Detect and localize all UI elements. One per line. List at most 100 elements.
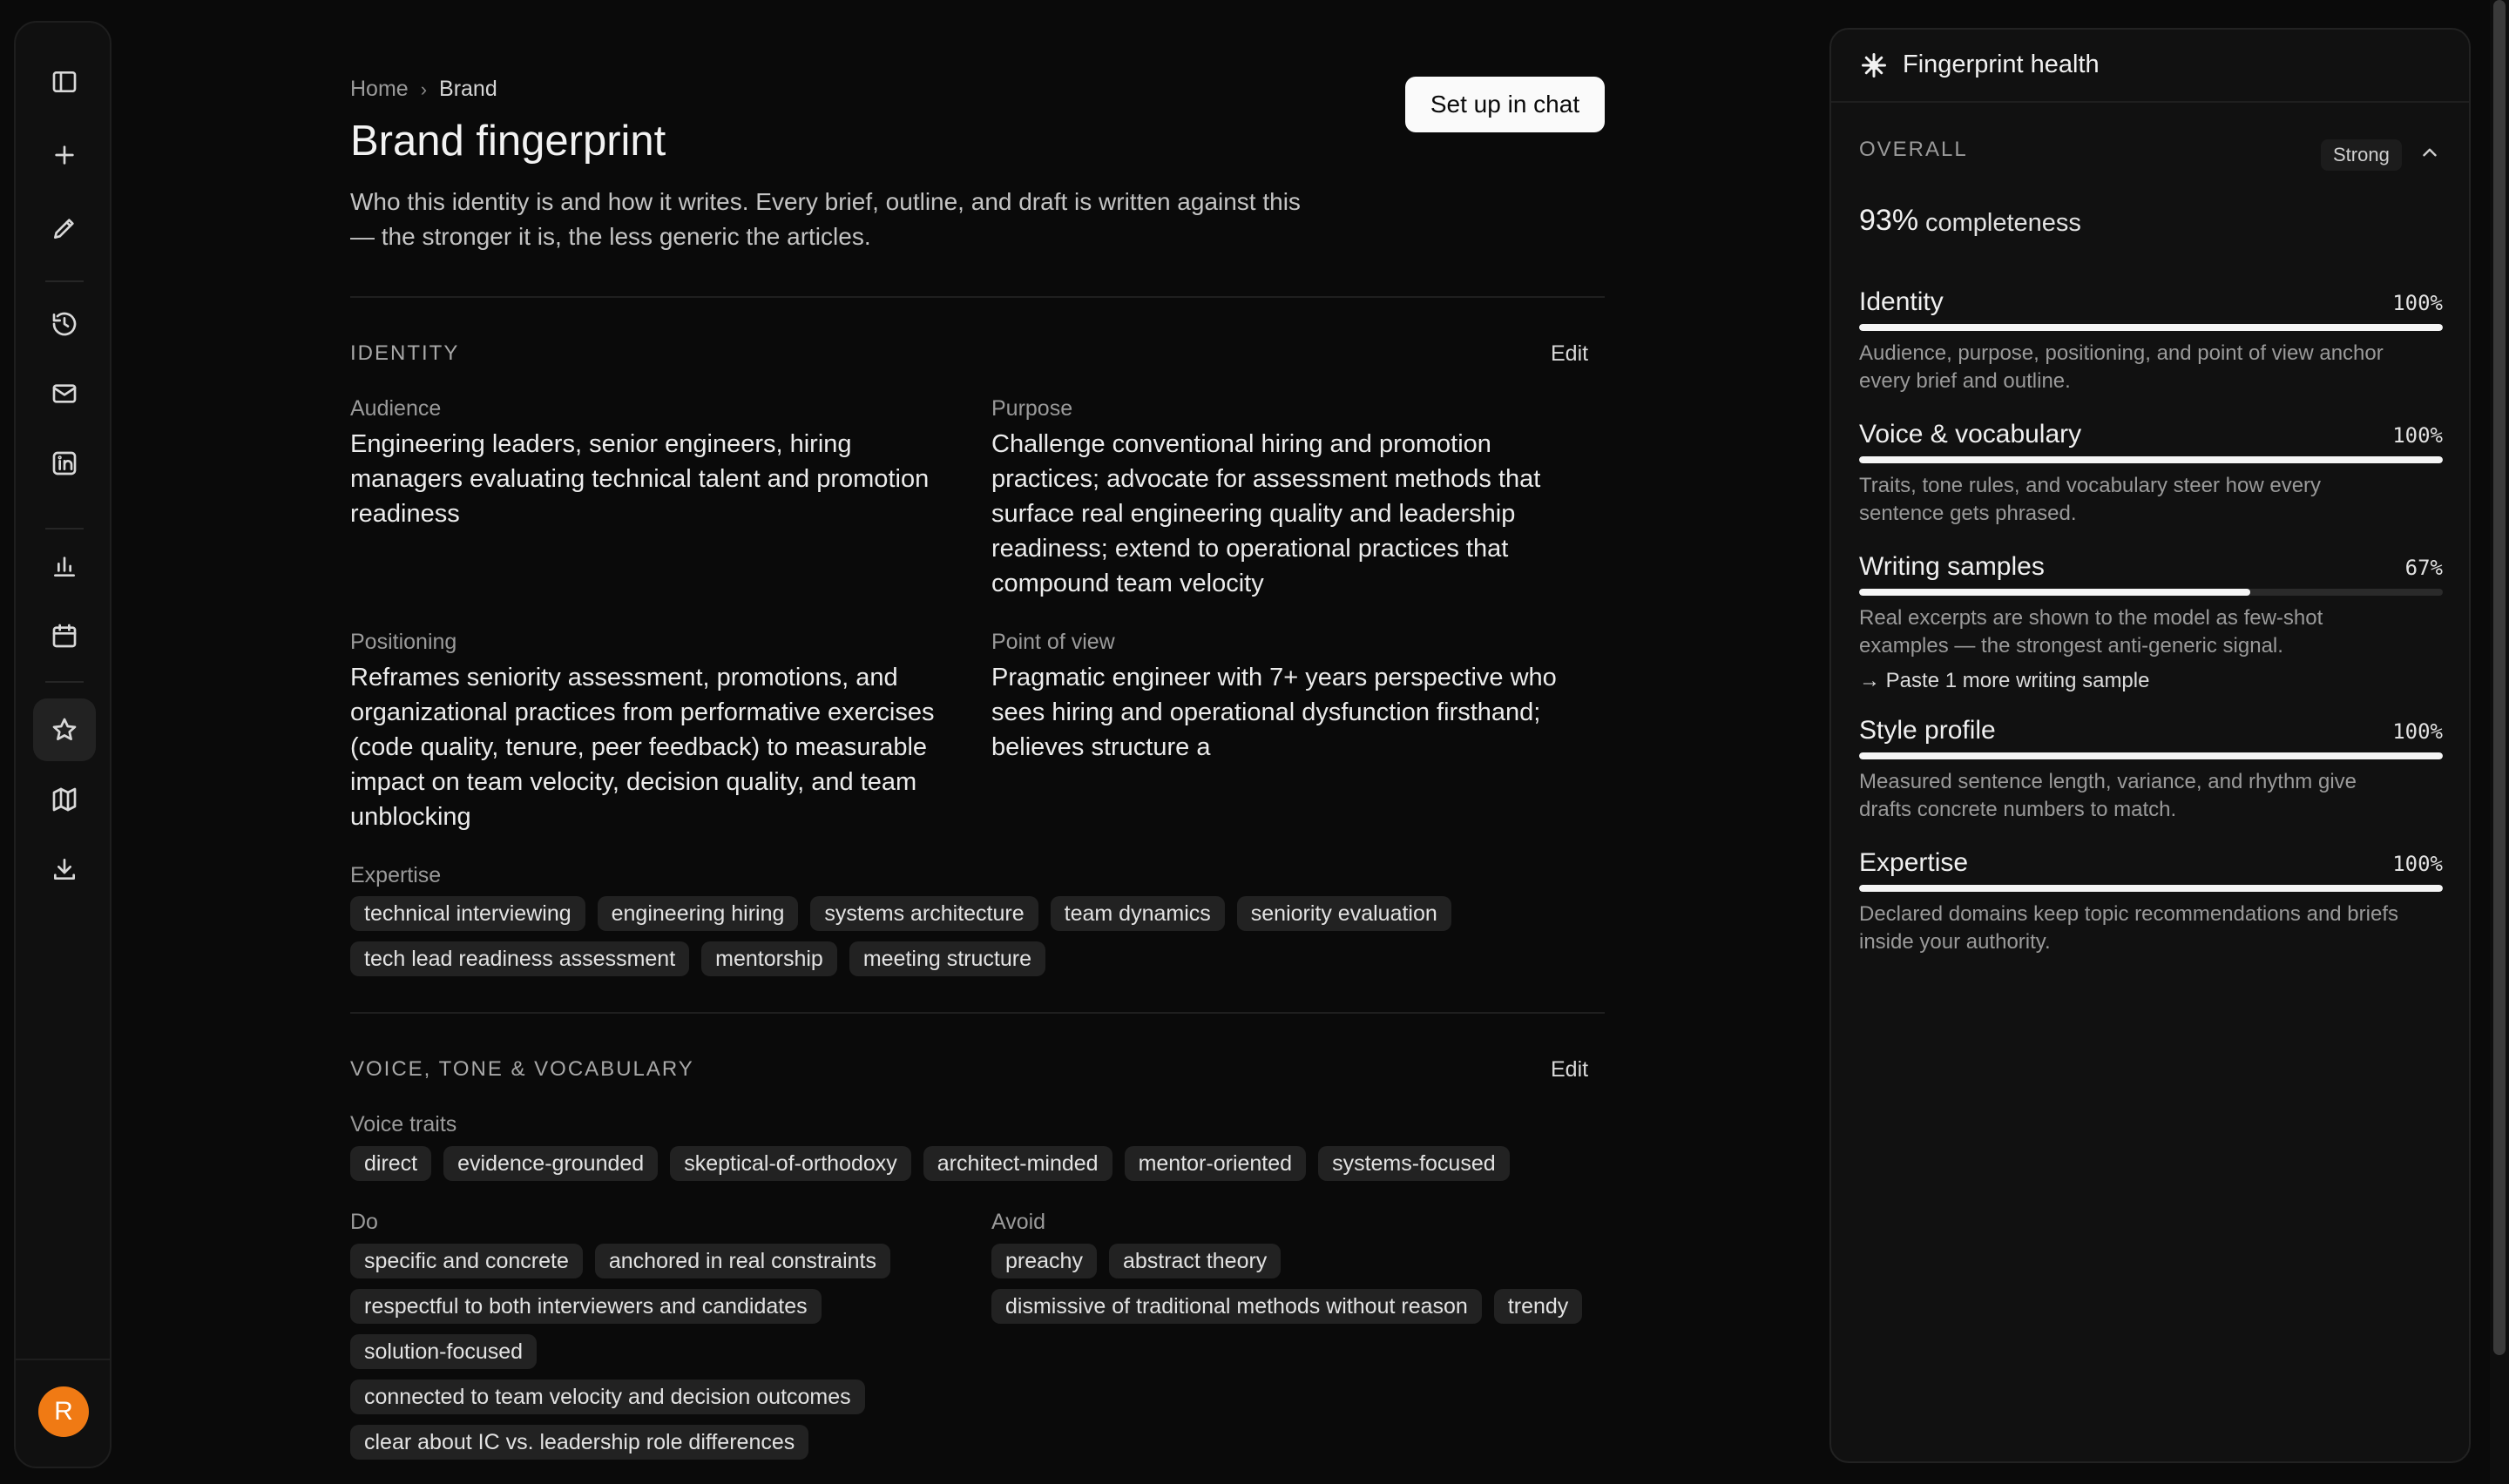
metric-description-line: sentence gets phrased. [1859, 502, 2077, 525]
avoid-label: Avoid [991, 1210, 1046, 1234]
metric-description-line: inside your authority. [1859, 930, 2051, 954]
metric-name: Identity [1859, 287, 1944, 316]
do-tag: specific and concrete [350, 1244, 583, 1278]
metric-description: Measured sentence length, variance, and … [1859, 768, 2452, 824]
metric-progress-fill [1859, 589, 2250, 596]
pov-value: Pragmatic engineer with 7+ years perspec… [991, 664, 1557, 761]
voice-trait-tag: mentor-oriented [1124, 1146, 1307, 1181]
metric-progress-bar [1859, 752, 2443, 759]
plus-icon [55, 145, 74, 165]
metric-percent: 100% [2392, 852, 2443, 876]
audience-value: Engineering leaders, senior engineers, h… [350, 430, 930, 528]
history-button[interactable] [33, 293, 96, 355]
voice-traits-label: Voice traits [350, 1112, 457, 1137]
brand-button[interactable] [33, 698, 96, 761]
download-button[interactable] [33, 838, 96, 901]
pencil-icon [54, 219, 74, 239]
metric-progress-fill [1859, 885, 2443, 892]
expertise-label: Expertise [350, 863, 442, 887]
calendar-button[interactable] [33, 604, 96, 667]
write-button[interactable] [33, 197, 96, 260]
avoid-tag: preachy [991, 1244, 1097, 1278]
panel-header: Fingerprint health [1831, 30, 2469, 103]
expertise-tag: technical interviewing [350, 896, 585, 931]
purpose-value: Challenge conventional hiring and promot… [991, 430, 1541, 597]
voice-edit-button[interactable]: Edit [1551, 1057, 1588, 1083]
metric-description-line: Declared domains keep topic recommendati… [1859, 902, 2398, 926]
rail-divider [45, 528, 84, 530]
new-button[interactable] [33, 124, 96, 186]
metric-description-line: Real excerpts are shown to the model as … [1859, 606, 2323, 630]
rail-footer: R [16, 1359, 110, 1467]
metric-progress-fill [1859, 456, 2443, 463]
breadcrumb: Home › Brand [350, 77, 497, 102]
voice-trait-tag: architect-minded [923, 1146, 1112, 1181]
star-icon [52, 718, 77, 740]
identity-section-title: IDENTITY [350, 341, 460, 365]
voice-trait-tag: systems-focused [1318, 1146, 1510, 1181]
paste-writing-sample-link[interactable]: → Paste 1 more writing sample [1859, 669, 2149, 693]
positioning-value: Reframes seniority assessment, promotion… [350, 664, 935, 831]
metric-percent: 100% [2392, 719, 2443, 744]
metric-description: Traits, tone rules, and vocabulary steer… [1859, 472, 2452, 528]
expertise-tag: systems architecture [810, 896, 1038, 931]
mail-button[interactable] [33, 362, 96, 425]
expertise-tag: meeting structure [849, 941, 1045, 976]
metric-description: Audience, purpose, positioning, and poin… [1859, 340, 2452, 395]
metric-progress-fill [1859, 752, 2443, 759]
metric-description: Declared domains keep topic recommendati… [1859, 901, 2452, 956]
left-rail: R [14, 21, 112, 1468]
chevron-up-icon[interactable] [2418, 141, 2441, 164]
expertise-tag: mentorship [701, 941, 837, 976]
breadcrumb-separator: › [420, 78, 428, 100]
audience-label: Audience [350, 396, 442, 421]
expertise-tag: team dynamics [1050, 896, 1225, 931]
page-title: Brand fingerprint [350, 118, 666, 165]
avatar[interactable]: R [38, 1386, 89, 1437]
avoid-tag: abstract theory [1108, 1244, 1282, 1278]
overall-completeness-label: completeness [1925, 209, 2081, 237]
expertise-chips: technical interviewing engineering hiring… [350, 896, 1570, 976]
positioning-label: Positioning [350, 630, 457, 654]
sidebar-toggle-button[interactable] [33, 51, 96, 113]
voice-trait-tag: skeptical-of-orthodoxy [670, 1146, 911, 1181]
metric-progress-bar [1859, 324, 2443, 331]
do-tag: respectful to both interviewers and cand… [350, 1289, 822, 1324]
sidebar-toggle-icon [52, 71, 77, 92]
do-tag: clear about IC vs. leadership role diffe… [350, 1425, 809, 1460]
metric-progress-bar [1859, 456, 2443, 463]
expertise-tag: engineering hiring [597, 896, 799, 931]
avoid-tag: dismissive of traditional methods withou… [991, 1289, 1482, 1324]
do-label: Do [350, 1210, 378, 1234]
subtitle-line: — the stronger it is, the less generic t… [350, 223, 871, 250]
identity-edit-button[interactable]: Edit [1551, 341, 1588, 367]
purpose-label: Purpose [991, 396, 1073, 421]
status-badge: Strong [2321, 139, 2402, 171]
metric-name: Expertise [1859, 848, 1969, 877]
setup-in-chat-button[interactable]: Set up in chat [1405, 77, 1605, 132]
metric-description: Real excerpts are shown to the model as … [1859, 604, 2452, 660]
avoid-chips: preachy abstract theory dismissive of trad… [991, 1244, 1601, 1324]
do-tag: solution-focused [350, 1334, 538, 1369]
calendar-icon [52, 624, 77, 648]
scrollbar-thumb[interactable] [2493, 0, 2506, 1355]
fingerprint-health-panel: Fingerprint health OVERALL Strong 93% co… [1829, 28, 2471, 1463]
analytics-button[interactable] [33, 535, 96, 597]
metric-description-line: Measured sentence length, variance, and … [1859, 770, 2357, 793]
mail-icon [52, 384, 77, 403]
metric-progress-fill [1859, 324, 2443, 331]
pov-label: Point of view [991, 630, 1115, 654]
breadcrumb-current: Brand [439, 77, 497, 101]
metric-description-line: every brief and outline. [1859, 369, 2071, 393]
map-button[interactable] [33, 768, 96, 831]
overall-label: OVERALL [1859, 138, 1968, 161]
history-icon [52, 312, 77, 336]
metric-percent: 67% [2404, 556, 2443, 580]
voice-traits-chips: direct evidence-grounded skeptical-of-orth… [350, 1146, 1605, 1181]
panel-title: Fingerprint health [1903, 51, 2100, 78]
divider [350, 1012, 1605, 1014]
metric-percent: 100% [2392, 423, 2443, 448]
subtitle-line: Who this identity is and how it writes. … [350, 188, 1301, 215]
breadcrumb-home[interactable]: Home [350, 77, 409, 102]
linkedin-button[interactable] [33, 432, 96, 495]
